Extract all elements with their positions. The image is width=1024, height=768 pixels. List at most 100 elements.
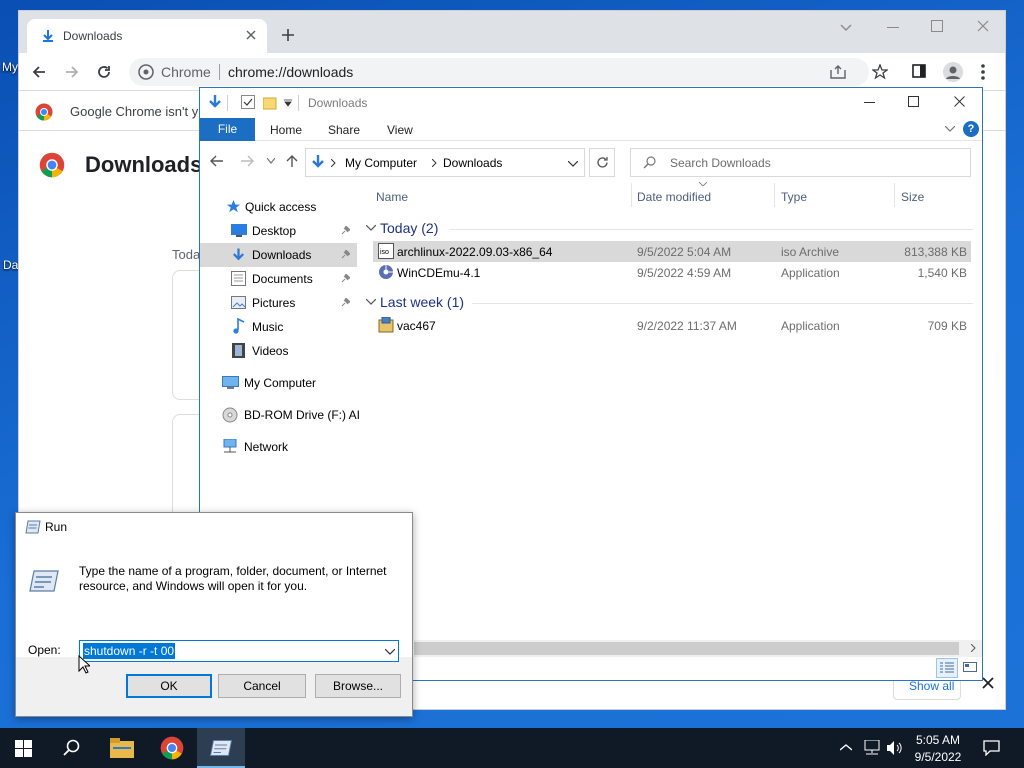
scroll-right-icon[interactable] — [971, 644, 976, 652]
expand-ribbon-icon[interactable] — [945, 126, 955, 132]
clock-date[interactable]: 9/5/2022 — [908, 749, 968, 765]
desktop-icon-label[interactable]: Da — [3, 258, 18, 272]
qat-divider — [227, 95, 228, 111]
nav-item-label: Desktop — [252, 224, 297, 238]
close-shelf-icon[interactable] — [982, 677, 994, 689]
forward-arrow-icon[interactable] — [240, 155, 254, 167]
refresh-button[interactable] — [589, 148, 615, 177]
minimize-icon[interactable] — [887, 27, 899, 29]
iso-icon: iso — [378, 243, 394, 259]
properties-icon[interactable] — [241, 95, 255, 109]
close-icon[interactable] — [977, 20, 989, 32]
side-panel-icon[interactable] — [912, 64, 926, 78]
search-icon — [643, 156, 656, 169]
file-row[interactable]: vac467 9/2/2022 11:37 AM Application 709… — [373, 315, 971, 336]
new-folder-icon[interactable] — [263, 96, 277, 110]
nav-item-pictures[interactable]: Pictures — [230, 291, 360, 315]
nav-item-network[interactable]: Network — [220, 435, 360, 459]
search-icon[interactable] — [63, 739, 81, 757]
file-row[interactable]: iso archlinux-2022.09.03-x86_64 9/5/2022… — [373, 241, 971, 262]
column-header-size[interactable]: Size — [901, 190, 924, 204]
close-tab-icon[interactable] — [245, 29, 257, 41]
nav-item-videos[interactable]: Videos — [230, 339, 360, 363]
installer-icon — [378, 317, 394, 333]
browse-button[interactable]: Browse... — [315, 674, 401, 698]
ribbon-tab-share[interactable]: Share — [328, 123, 360, 137]
chrome-taskbar-icon[interactable] — [160, 736, 184, 760]
notification-icon[interactable] — [983, 740, 1000, 756]
dropdown-chevron-icon[interactable] — [385, 649, 395, 655]
run-title-bar[interactable]: Run — [16, 513, 412, 541]
profile-avatar-icon[interactable] — [943, 62, 963, 82]
share-icon[interactable] — [830, 65, 846, 79]
nav-item-desktop[interactable]: Desktop — [230, 219, 360, 243]
breadcrumb-separator-icon[interactable] — [331, 159, 336, 167]
cancel-button[interactable]: Cancel — [218, 674, 306, 698]
help-icon[interactable]: ? — [963, 121, 979, 137]
group-header-last-week[interactable]: Last week (1) — [360, 291, 974, 315]
breadcrumb-separator-icon[interactable] — [432, 159, 437, 167]
desktop-icon-label[interactable]: My — [2, 60, 18, 74]
file-explorer-icon[interactable] — [110, 738, 134, 758]
chrome-toolbar: Chrome chrome://downloads — [19, 53, 1005, 91]
nav-item-label: Downloads — [252, 248, 312, 262]
file-row[interactable]: WinCDEmu-4.1 9/5/2022 4:59 AM Applicatio… — [373, 262, 971, 283]
breadcrumb-my-computer[interactable]: My Computer — [345, 156, 417, 170]
file-type: Application — [781, 266, 840, 280]
chrome-tab-title: Downloads — [63, 29, 123, 43]
group-header-today[interactable]: Today (2) — [360, 217, 974, 241]
ribbon-tab-home[interactable]: Home — [270, 123, 302, 137]
nav-item-quick-access[interactable]: Quick access — [224, 195, 360, 219]
chrome-logo-icon — [39, 152, 65, 178]
nav-item-my-computer[interactable]: My Computer — [220, 371, 360, 395]
tray-overflow-icon[interactable] — [840, 744, 852, 751]
ribbon-tab-file[interactable]: File — [200, 118, 255, 141]
search-box[interactable]: Search Downloads — [630, 148, 971, 177]
omnibox[interactable]: Chrome chrome://downloads — [129, 58, 869, 86]
reload-icon[interactable] — [96, 64, 112, 80]
qat-dropdown-icon[interactable] — [284, 99, 292, 107]
horizontal-scrollbar[interactable] — [414, 640, 982, 657]
omnibox-site-name: Chrome — [161, 64, 211, 80]
network-tray-icon[interactable] — [862, 740, 880, 756]
minimize-icon[interactable] — [864, 102, 875, 103]
column-header-date-modified[interactable]: Date modified — [637, 190, 711, 204]
nav-item-downloads[interactable]: Downloads — [200, 243, 357, 267]
recent-locations-icon[interactable] — [267, 158, 275, 164]
nav-item-label: Pictures — [252, 296, 296, 310]
open-label: Open: — [28, 643, 61, 657]
address-dropdown-icon[interactable] — [568, 161, 578, 167]
breadcrumb-downloads[interactable]: Downloads — [443, 156, 502, 170]
close-icon[interactable] — [954, 96, 965, 107]
download-arrow-icon — [207, 94, 223, 110]
run-taskbar-button[interactable] — [197, 728, 245, 768]
address-bar[interactable]: My Computer Downloads — [305, 148, 585, 177]
scrollbar-thumb[interactable] — [414, 642, 959, 655]
large-icons-view-button[interactable] — [960, 658, 982, 678]
chrome-tab-downloads[interactable]: Downloads — [27, 19, 267, 53]
ribbon-tab-view[interactable]: View — [387, 123, 413, 137]
nav-item-documents[interactable]: Documents — [230, 267, 360, 291]
maximize-icon[interactable] — [908, 96, 919, 107]
forward-arrow-icon[interactable] — [64, 64, 80, 80]
bookmark-star-icon[interactable] — [872, 64, 888, 80]
tab-search-icon[interactable] — [839, 23, 853, 33]
new-tab-icon[interactable] — [281, 28, 295, 42]
nav-item-music[interactable]: Music — [230, 315, 360, 339]
nav-item-label: Network — [244, 440, 289, 454]
open-command-input[interactable]: shutdown -r -t 00 — [79, 640, 399, 662]
volume-icon[interactable] — [886, 740, 902, 756]
maximize-icon[interactable] — [931, 20, 943, 32]
details-view-button[interactable] — [936, 658, 958, 678]
column-header-name[interactable]: Name — [376, 190, 408, 204]
clock-time[interactable]: 5:05 AM — [908, 732, 968, 748]
kebab-menu-icon[interactable] — [981, 64, 985, 80]
nav-item-label: Videos — [252, 344, 289, 358]
windows-start-icon[interactable] — [15, 740, 32, 757]
nav-item-bd-rom-drive[interactable]: BD-ROM Drive (F:) AI — [220, 403, 360, 427]
back-arrow-icon[interactable] — [210, 155, 224, 167]
ok-button[interactable]: OK — [126, 674, 212, 698]
back-arrow-icon[interactable] — [31, 64, 47, 80]
up-arrow-icon[interactable] — [286, 154, 298, 168]
column-header-type[interactable]: Type — [781, 190, 807, 204]
